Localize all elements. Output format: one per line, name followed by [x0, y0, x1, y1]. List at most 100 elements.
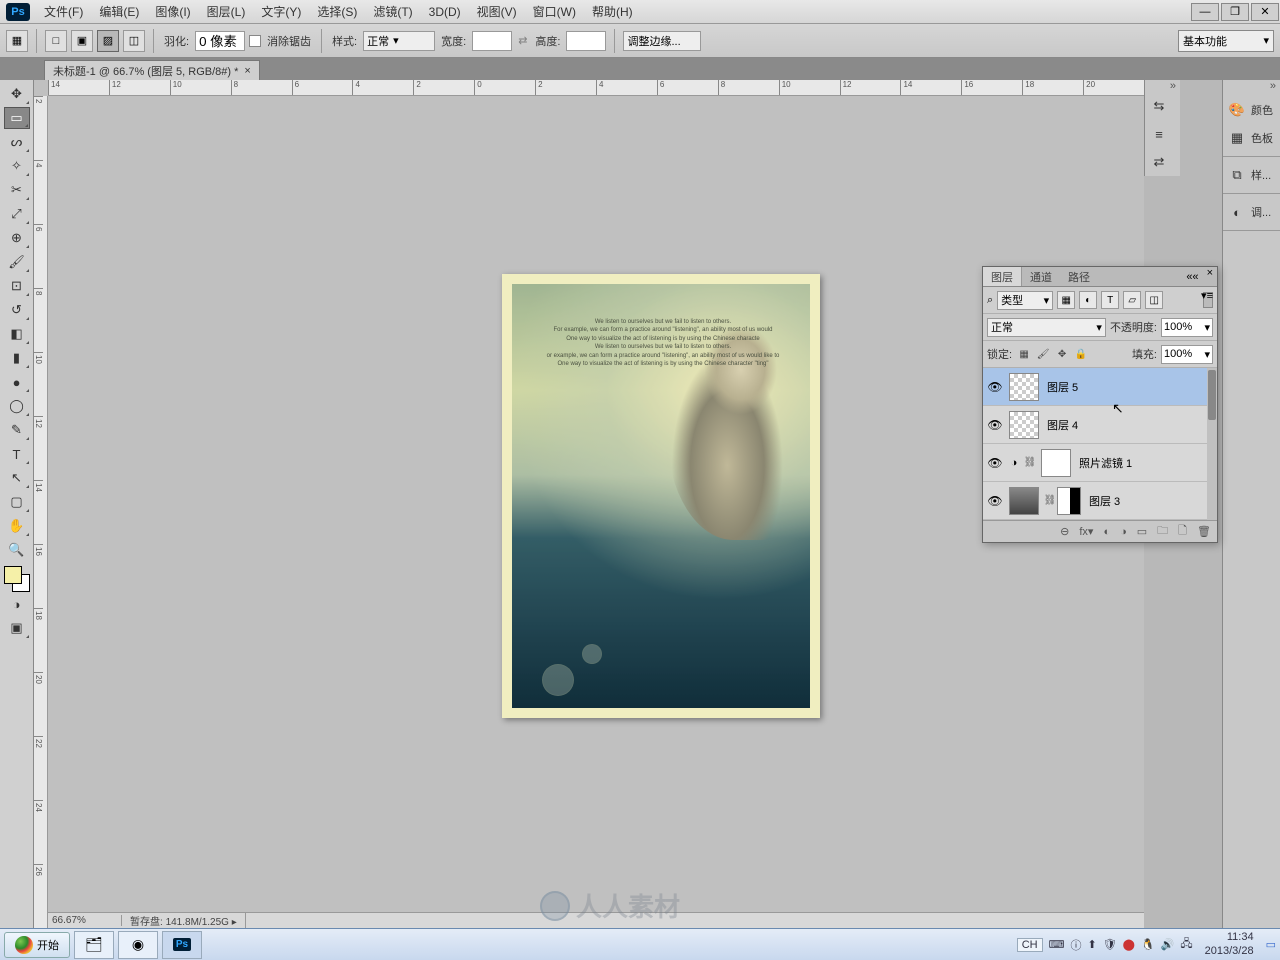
menu-3d[interactable]: 3D(D) — [421, 5, 469, 19]
new-adjustment-icon[interactable]: ◑ — [1120, 526, 1127, 538]
shape-tool[interactable]: ▢ — [4, 491, 30, 513]
menu-layer[interactable]: 图层(L) — [199, 3, 254, 20]
history-panel-icon[interactable]: ⇆ — [1145, 92, 1180, 120]
menu-type[interactable]: 文字(Y) — [253, 3, 309, 20]
new-folder-icon[interactable]: 🗀 — [1157, 522, 1168, 541]
layer-thumbnail[interactable] — [1009, 487, 1039, 515]
visibility-icon[interactable]: 👁 — [985, 456, 1005, 470]
feather-input[interactable] — [195, 31, 245, 51]
screenmode-tool[interactable]: ▣ — [4, 617, 30, 639]
styles-panel-button[interactable]: ⧉样... — [1223, 161, 1280, 189]
menu-file[interactable]: 文件(F) — [36, 3, 91, 20]
document-tab[interactable]: 未标题-1 @ 66.7% (图层 5, RGB/8#) * × — [44, 60, 260, 80]
taskbar-app1-icon[interactable]: ◉ — [118, 931, 158, 959]
width-input[interactable] — [472, 31, 512, 51]
layer-mask-thumbnail[interactable] — [1041, 449, 1071, 477]
filter-adjust-icon[interactable]: ◐ — [1079, 291, 1097, 309]
link-layers-icon[interactable]: ⊖ — [1060, 525, 1069, 538]
add-mask-icon[interactable]: ◐ — [1103, 526, 1110, 538]
close-panel-icon[interactable]: × — [1203, 267, 1217, 286]
menu-window[interactable]: 窗口(W) — [525, 3, 584, 20]
lock-transparent-icon[interactable]: ▦ — [1016, 346, 1032, 362]
tray-icon[interactable]: ⬤ — [1123, 938, 1135, 951]
lock-all-icon[interactable]: 🔒 — [1073, 346, 1089, 362]
zoom-readout[interactable]: 66.67% — [48, 915, 122, 926]
healing-tool[interactable]: ⊕ — [4, 227, 30, 249]
menu-filter[interactable]: 滤镜(T) — [365, 3, 420, 20]
add-selection-icon[interactable]: ▣ — [71, 30, 93, 52]
refine-edge-button[interactable]: 调整边缘... — [623, 31, 701, 51]
move-tool[interactable]: ✥ — [4, 83, 30, 105]
close-button[interactable]: ✕ — [1251, 3, 1279, 21]
hand-tool[interactable]: ✋ — [4, 515, 30, 537]
taskbar-explorer-icon[interactable]: 🗂 — [74, 931, 114, 959]
color-panel-button[interactable]: 🎨颜色 — [1223, 96, 1280, 124]
marquee-tool[interactable]: ▭ — [4, 107, 30, 129]
new-layer-icon[interactable]: 🗋 — [1178, 522, 1187, 541]
new-group-icon[interactable]: ▭ — [1137, 525, 1147, 538]
layer-name[interactable]: 图层 3 — [1085, 493, 1215, 509]
filter-type-icon[interactable]: T — [1101, 291, 1119, 309]
layer-row[interactable]: 👁 ⛓ 图层 3 — [983, 482, 1217, 520]
menu-edit[interactable]: 编辑(E) — [91, 3, 147, 20]
lock-position-icon[interactable]: ✥ — [1054, 346, 1070, 362]
document-canvas[interactable]: We listen to ourselves but we fail to li… — [502, 274, 820, 718]
tray-icon[interactable]: 🛡 — [1103, 938, 1117, 951]
stamp-tool[interactable]: ⊡ — [4, 275, 30, 297]
tray-icon[interactable]: ▭ — [1266, 938, 1276, 951]
menu-select[interactable]: 选择(S) — [309, 3, 365, 20]
intersect-selection-icon[interactable]: ◫ — [123, 30, 145, 52]
dodge-tool[interactable]: ◯ — [4, 395, 30, 417]
layer-row[interactable]: 👁 图层 4 — [983, 406, 1217, 444]
tool-preset-icon[interactable]: ▦ — [6, 30, 28, 52]
new-selection-icon[interactable]: □ — [45, 30, 67, 52]
history-brush-tool[interactable]: ↺ — [4, 299, 30, 321]
workspace-select[interactable]: 基本功能▾ — [1178, 30, 1274, 52]
pen-tool[interactable]: ✎ — [4, 419, 30, 441]
zoom-tool[interactable]: 🔍 — [4, 539, 30, 561]
tab-layers[interactable]: 图层 — [983, 267, 1022, 286]
ruler-horizontal[interactable]: 14 12 10 8 6 4 2 0 2 4 6 8 10 12 14 16 1… — [48, 80, 1144, 96]
actions-panel-icon[interactable]: ⇄ — [1145, 148, 1180, 176]
layer-row[interactable]: 👁 图层 5 — [983, 368, 1217, 406]
layer-mask-thumbnail[interactable] — [1057, 487, 1081, 515]
lock-pixels-icon[interactable]: 🖌 — [1035, 346, 1051, 362]
layer-name[interactable]: 照片滤镜 1 — [1075, 455, 1215, 471]
close-tab-icon[interactable]: × — [244, 65, 250, 77]
collapse-panel-icon[interactable]: «« — [1182, 267, 1202, 286]
layer-name[interactable]: 图层 4 — [1043, 417, 1215, 433]
layer-thumbnail[interactable] — [1009, 411, 1039, 439]
taskbar-photoshop-icon[interactable]: Ps — [162, 931, 202, 959]
blur-tool[interactable]: ● — [4, 371, 30, 393]
filter-shape-icon[interactable]: ▱ — [1123, 291, 1141, 309]
crop-tool[interactable]: ✂ — [4, 179, 30, 201]
subtract-selection-icon[interactable]: ▨ — [97, 30, 119, 52]
properties-panel-icon[interactable]: ≡ — [1145, 120, 1180, 148]
swatches-panel-button[interactable]: ▦色板 — [1223, 124, 1280, 152]
eraser-tool[interactable]: ◧ — [4, 323, 30, 345]
eyedropper-tool[interactable]: ⤢ — [4, 203, 30, 225]
panel-menu-icon[interactable]: ▾≡ — [1201, 289, 1213, 302]
type-tool[interactable]: T — [4, 443, 30, 465]
layer-fx-icon[interactable]: fx▾ — [1079, 525, 1093, 538]
height-input[interactable] — [566, 31, 606, 51]
fill-input[interactable]: 100%▾ — [1161, 345, 1213, 364]
visibility-icon[interactable]: 👁 — [985, 494, 1005, 508]
adjustments-panel-button[interactable]: ◐调... — [1223, 198, 1280, 226]
gradient-tool[interactable]: ▮ — [4, 347, 30, 369]
visibility-icon[interactable]: 👁 — [985, 380, 1005, 394]
tray-icon[interactable]: 🐧 — [1141, 938, 1155, 951]
layers-panel[interactable]: 图层 通道 路径 «« × ▾≡ ⌕ 类型▾ ▦ ◐ T ▱ ◫ 正常▾ 不透明… — [982, 266, 1218, 543]
panel-strip-grip-icon[interactable]: » — [1223, 80, 1280, 92]
tray-icon[interactable]: 🖧 — [1180, 935, 1192, 954]
path-selection-tool[interactable]: ↖ — [4, 467, 30, 489]
brush-tool[interactable]: 🖌 — [4, 251, 30, 273]
tray-icon[interactable]: ⬆ — [1087, 938, 1096, 951]
ime-indicator[interactable]: CH — [1017, 938, 1043, 952]
minimize-button[interactable]: — — [1191, 3, 1219, 21]
blend-mode-select[interactable]: 正常▾ — [987, 318, 1106, 337]
layer-row[interactable]: 👁 ◑ ⛓ 照片滤镜 1 — [983, 444, 1217, 482]
taskbar-clock[interactable]: 11:34 2013/3/28 — [1199, 931, 1260, 957]
tab-paths[interactable]: 路径 — [1060, 267, 1098, 286]
panel-strip-grip-icon[interactable]: » — [1145, 80, 1180, 92]
